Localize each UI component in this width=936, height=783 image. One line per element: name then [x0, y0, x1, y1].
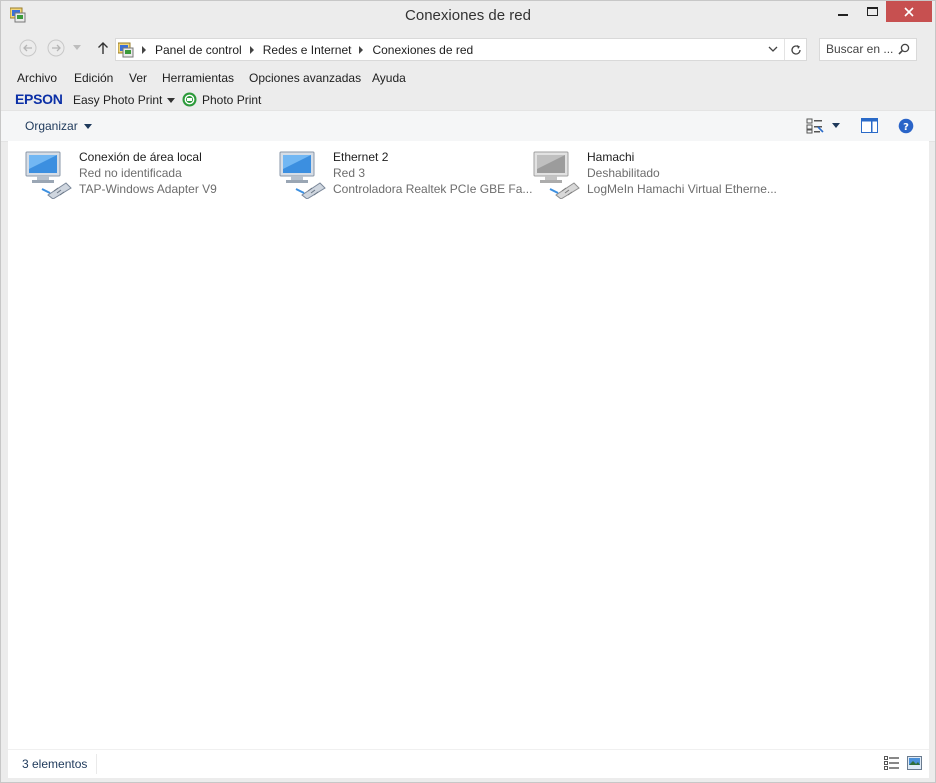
photo-print-icon[interactable]	[182, 92, 197, 110]
maximize-button[interactable]	[858, 1, 886, 22]
forward-button[interactable]	[46, 38, 66, 58]
large-icons-view-icon[interactable]	[907, 756, 922, 773]
breadcrumb-conexiones-de-red[interactable]: Conexiones de red	[372, 43, 473, 57]
connection-adapter: LogMeIn Hamachi Virtual Etherne...	[587, 182, 777, 196]
command-bar: Organizar ?	[1, 110, 935, 142]
breadcrumb-redes-e-internet[interactable]: Redes e Internet	[263, 43, 352, 57]
connection-name: Hamachi	[587, 150, 635, 164]
organize-label: Organizar	[25, 119, 78, 133]
recent-locations-button[interactable]	[71, 38, 83, 58]
connections-list: Conexión de área local Red no identifica…	[8, 141, 929, 749]
close-icon	[904, 6, 914, 17]
item-count: 3 elementos	[22, 757, 88, 771]
change-view-icon[interactable]	[806, 118, 824, 137]
organize-button[interactable]: Organizar	[25, 119, 92, 133]
menu-opciones-avanzadas[interactable]: Opciones avanzadas	[249, 71, 361, 85]
photo-print-button[interactable]: Photo Print	[202, 93, 261, 107]
network-adapter-icon	[278, 149, 328, 202]
connection-item[interactable]: Hamachi Deshabilitado LogMeIn Hamachi Vi…	[516, 147, 777, 202]
window-title: Conexiones de red	[405, 7, 531, 24]
back-button[interactable]	[18, 38, 38, 58]
navigation-bar: Panel de control Redes e Internet Conexi…	[1, 32, 935, 66]
help-icon[interactable]: ?	[898, 118, 914, 137]
connection-adapter: TAP-Windows Adapter V9	[79, 182, 217, 196]
title-bar[interactable]: Conexiones de red	[1, 1, 935, 31]
location-icon	[118, 42, 134, 58]
back-arrow-icon	[19, 39, 37, 57]
connection-name: Ethernet 2	[333, 150, 389, 164]
status-divider	[96, 754, 97, 774]
explorer-window: Conexiones de red Panel de control Redes…	[0, 0, 936, 783]
minimize-button[interactable]	[828, 1, 858, 22]
connection-status: Red no identificada	[79, 166, 182, 180]
status-bar: 3 elementos	[8, 749, 929, 778]
search-icon[interactable]	[898, 43, 910, 58]
search-box[interactable]	[819, 38, 917, 61]
chevron-down-icon	[73, 45, 81, 50]
breadcrumb-panel-de-control[interactable]: Panel de control	[155, 43, 242, 57]
epson-logo: EPSON	[15, 91, 63, 107]
breadcrumb-separator[interactable]	[249, 45, 254, 54]
connection-name: Conexión de área local	[79, 150, 202, 164]
breadcrumb-separator[interactable]	[359, 45, 364, 54]
view-options-dropdown[interactable]	[832, 123, 840, 128]
easy-photo-print-dropdown[interactable]	[167, 98, 175, 103]
menu-ayuda[interactable]: Ayuda	[372, 71, 406, 85]
up-button[interactable]	[93, 38, 113, 58]
menu-herramientas[interactable]: Herramientas	[162, 71, 234, 85]
preview-pane-icon[interactable]	[861, 118, 878, 136]
refresh-button[interactable]	[784, 39, 806, 60]
network-adapter-icon	[24, 149, 74, 202]
menu-edicion[interactable]: Edición	[74, 71, 113, 85]
disabled-network-adapter-icon	[532, 149, 582, 202]
close-button[interactable]	[886, 1, 932, 22]
connection-item[interactable]: Conexión de área local Red no identifica…	[8, 147, 258, 202]
menu-ver[interactable]: Ver	[129, 71, 147, 85]
connection-status: Red 3	[333, 166, 366, 180]
details-view-icon[interactable]	[884, 756, 900, 773]
connection-status: Deshabilitado	[587, 166, 660, 180]
menu-bar: Archivo Edición Ver Herramientas Opcione…	[1, 69, 935, 89]
chevron-down-icon	[768, 46, 778, 52]
forward-arrow-icon	[47, 39, 65, 57]
refresh-icon	[790, 44, 801, 55]
svg-text:?: ?	[903, 122, 909, 133]
minimize-icon	[838, 13, 848, 16]
connection-item[interactable]: Ethernet 2 Red 3 Controladora Realtek PC…	[262, 147, 532, 202]
address-history-button[interactable]	[764, 39, 782, 60]
address-bar[interactable]: Panel de control Redes e Internet Conexi…	[115, 38, 807, 61]
epson-toolbar: EPSON Easy Photo Print Photo Print	[1, 89, 935, 109]
up-arrow-icon	[98, 42, 108, 54]
connection-adapter: Controladora Realtek PCIe GBE Fa...	[333, 182, 533, 196]
easy-photo-print-button[interactable]: Easy Photo Print	[73, 93, 162, 107]
maximize-icon	[866, 6, 878, 16]
menu-archivo[interactable]: Archivo	[17, 71, 57, 85]
breadcrumb-separator[interactable]	[142, 45, 146, 54]
search-input[interactable]	[826, 41, 894, 57]
chevron-down-icon	[83, 124, 92, 130]
